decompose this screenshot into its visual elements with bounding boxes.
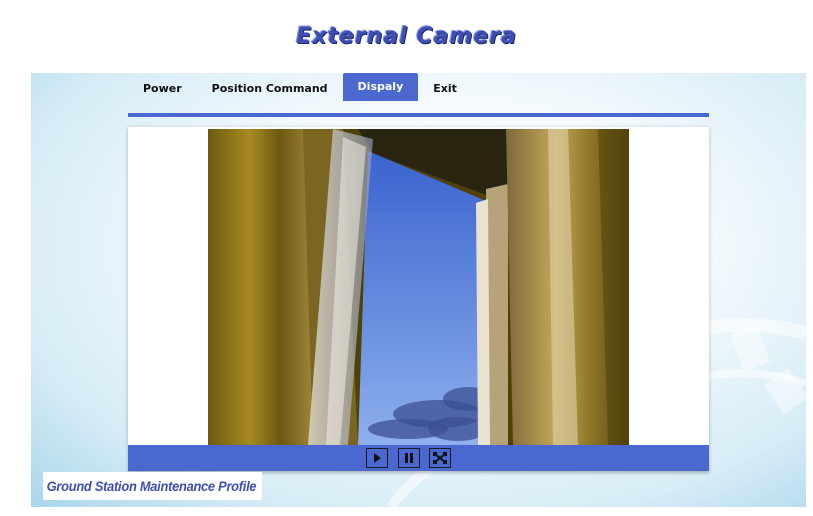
nav-position-command[interactable]: Position Command — [197, 73, 343, 101]
camera-feed[interactable] — [208, 129, 629, 445]
page-title: External Camera — [296, 24, 517, 49]
play-icon — [374, 453, 381, 463]
nav-exit[interactable]: Exit — [418, 73, 472, 101]
play-button[interactable] — [366, 448, 388, 468]
nav-power[interactable]: Power — [128, 73, 197, 101]
camera-viewer — [128, 127, 709, 445]
fullscreen-icon — [433, 452, 447, 464]
fullscreen-button[interactable] — [429, 448, 451, 468]
pause-button[interactable] — [398, 448, 420, 468]
nav-underline — [128, 113, 709, 117]
main-nav: Power Position Command Dispaly Exit — [128, 73, 472, 101]
nav-display[interactable]: Dispaly — [342, 73, 419, 101]
main-panel: Power Position Command Dispaly Exit — [31, 73, 806, 507]
pause-icon — [405, 453, 413, 463]
profile-label: Ground Station Maintenance Profile — [43, 472, 262, 500]
playback-controls — [128, 445, 709, 471]
